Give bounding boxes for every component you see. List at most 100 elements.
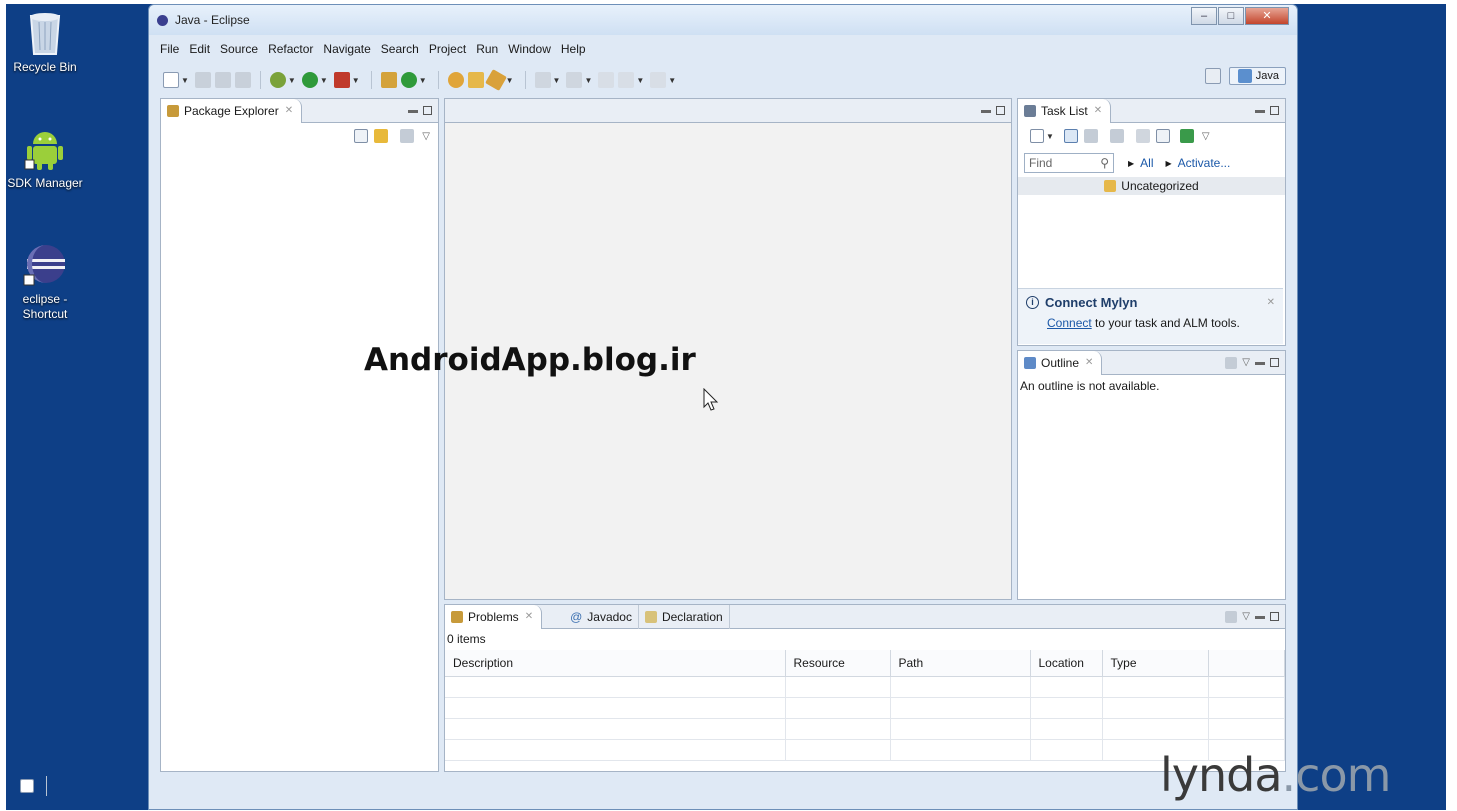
menu-project[interactable]: Project — [429, 39, 466, 59]
back-icon[interactable] — [618, 72, 635, 88]
focus-task-icon[interactable] — [1225, 356, 1238, 369]
open-perspective-icon[interactable] — [1204, 68, 1221, 84]
close-icon[interactable]: ✕ — [1094, 105, 1102, 116]
run-icon[interactable] — [301, 72, 318, 88]
close-icon[interactable]: ✕ — [1085, 357, 1093, 368]
tab-task-list[interactable]: Task List ✕ — [1018, 98, 1112, 123]
mylyn-title: Connect Mylyn — [1045, 295, 1138, 310]
activate-link[interactable]: Activate... — [1178, 156, 1231, 170]
close-icon[interactable]: ✕ — [285, 105, 293, 116]
external-tools-dropdown-icon[interactable]: ▼ — [352, 76, 360, 85]
menu-search[interactable]: Search — [381, 39, 419, 59]
back-dropdown-icon[interactable]: ▼ — [636, 76, 644, 85]
categorized-icon[interactable] — [1063, 129, 1078, 143]
fast-view-icon[interactable] — [20, 779, 34, 793]
all-link[interactable]: All — [1140, 156, 1153, 170]
close-button[interactable]: ✕ — [1245, 7, 1289, 25]
search-pencil-icon[interactable] — [484, 69, 507, 91]
maximize-view-icon[interactable] — [1270, 612, 1279, 621]
minimize-button[interactable]: – — [1191, 7, 1217, 25]
new-task-dropdown-icon[interactable]: ▼ — [1046, 132, 1054, 141]
collapse-all-icon[interactable] — [354, 129, 369, 143]
previous-annotation-icon[interactable] — [566, 72, 583, 88]
view-menu-icon[interactable]: ▽ — [1242, 357, 1250, 368]
maximize-button[interactable]: □ — [1218, 7, 1244, 25]
minimize-view-icon[interactable]: ▬ — [1255, 611, 1265, 622]
new-java-class-icon[interactable] — [400, 72, 417, 88]
package-icon — [167, 104, 179, 117]
save-all-icon[interactable] — [214, 72, 231, 88]
menu-help[interactable]: Help — [561, 39, 586, 59]
tab-declaration[interactable]: Declaration — [639, 604, 730, 629]
title-bar[interactable]: Java - Eclipse – □ ✕ — [149, 5, 1297, 35]
external-tools-icon[interactable] — [333, 72, 350, 88]
link-with-editor-icon[interactable] — [374, 129, 389, 143]
previous-annotation-dropdown-icon[interactable]: ▼ — [584, 76, 592, 85]
maximize-editor-icon[interactable] — [996, 106, 1005, 115]
new-java-package-icon[interactable] — [380, 72, 397, 88]
category-row[interactable]: Uncategorized — [1018, 177, 1285, 195]
open-type-icon[interactable] — [447, 72, 464, 88]
forward-icon[interactable] — [650, 72, 667, 88]
collapse-all-icon[interactable] — [1155, 129, 1170, 143]
view-menu-icon[interactable]: ▽ — [1242, 611, 1250, 622]
maximize-view-icon[interactable] — [423, 106, 432, 115]
new-task-icon[interactable] — [1030, 129, 1044, 143]
next-annotation-dropdown-icon[interactable]: ▼ — [553, 76, 561, 85]
connect-link[interactable]: Connect — [1047, 316, 1092, 330]
minimize-editor-icon[interactable]: ▬ — [981, 105, 991, 116]
task-find-input[interactable]: Find ⚲ — [1024, 153, 1114, 173]
open-task-icon[interactable] — [467, 72, 484, 88]
print-icon[interactable] — [234, 72, 251, 88]
tab-problems[interactable]: Problems ✕ — [445, 604, 543, 629]
search-dropdown-icon[interactable]: ▼ — [506, 76, 514, 85]
menu-file[interactable]: File — [160, 39, 179, 59]
view-menu-icon[interactable]: ▽ — [1202, 131, 1210, 142]
synchronize-icon[interactable] — [1179, 129, 1194, 143]
java-perspective-button[interactable]: Java — [1228, 67, 1286, 85]
hide-completed-icon[interactable] — [1135, 129, 1150, 143]
maximize-view-icon[interactable] — [1270, 358, 1279, 367]
minimize-view-icon[interactable]: ▬ — [408, 105, 418, 116]
menu-edit[interactable]: Edit — [189, 39, 210, 59]
run-dropdown-icon[interactable]: ▼ — [320, 76, 328, 85]
column-location[interactable]: Location — [1030, 650, 1103, 677]
outline-panel: Outline ✕ ▽ ▬ An outline is not availabl… — [1017, 350, 1286, 600]
tab-javadoc[interactable]: @ Javadoc — [564, 604, 639, 629]
maximize-view-icon[interactable] — [1270, 106, 1279, 115]
menu-source[interactable]: Source — [220, 39, 258, 59]
desktop-icon-recycle-bin[interactable]: Recycle Bin — [0, 10, 90, 75]
menu-window[interactable]: Window — [508, 39, 551, 59]
column-resource[interactable]: Resource — [785, 650, 891, 677]
column-path[interactable]: Path — [890, 650, 1031, 677]
close-icon[interactable]: ✕ — [525, 611, 533, 622]
debug-dropdown-icon[interactable]: ▼ — [288, 76, 296, 85]
close-mylyn-icon[interactable]: ✕ — [1267, 297, 1275, 308]
tab-package-explorer[interactable]: Package Explorer ✕ — [161, 98, 303, 123]
debug-icon[interactable] — [269, 72, 286, 88]
menu-navigate[interactable]: Navigate — [323, 39, 370, 59]
column-description[interactable]: Description — [445, 650, 786, 677]
focus-task-icon[interactable] — [1225, 610, 1238, 623]
menu-refactor[interactable]: Refactor — [268, 39, 313, 59]
new-icon[interactable] — [163, 72, 179, 88]
last-edit-location-icon[interactable] — [598, 72, 615, 88]
focus-active-task-icon[interactable] — [1109, 129, 1124, 143]
forward-dropdown-icon[interactable]: ▼ — [668, 76, 676, 85]
view-menu-icon[interactable]: ▽ — [422, 131, 430, 142]
desktop-icon-sdk-manager[interactable]: SDK Manager — [0, 126, 90, 191]
new-class-dropdown-icon[interactable]: ▼ — [419, 76, 427, 85]
new-dropdown-icon[interactable]: ▼ — [181, 76, 189, 85]
table-row — [445, 697, 1285, 719]
minimize-view-icon[interactable]: ▬ — [1255, 357, 1265, 368]
desktop-icon-eclipse[interactable]: eclipse - Shortcut — [0, 242, 90, 322]
tab-outline[interactable]: Outline ✕ — [1018, 350, 1103, 375]
package-explorer-header: Package Explorer ✕ ▬ — [161, 98, 438, 123]
menu-run[interactable]: Run — [476, 39, 498, 59]
next-annotation-icon[interactable] — [534, 72, 551, 88]
scheduled-icon[interactable] — [1083, 129, 1098, 143]
save-icon[interactable] — [194, 72, 211, 88]
column-type[interactable]: Type — [1102, 650, 1209, 677]
minimize-view-icon[interactable]: ▬ — [1255, 105, 1265, 116]
focus-task-icon[interactable] — [400, 129, 415, 143]
